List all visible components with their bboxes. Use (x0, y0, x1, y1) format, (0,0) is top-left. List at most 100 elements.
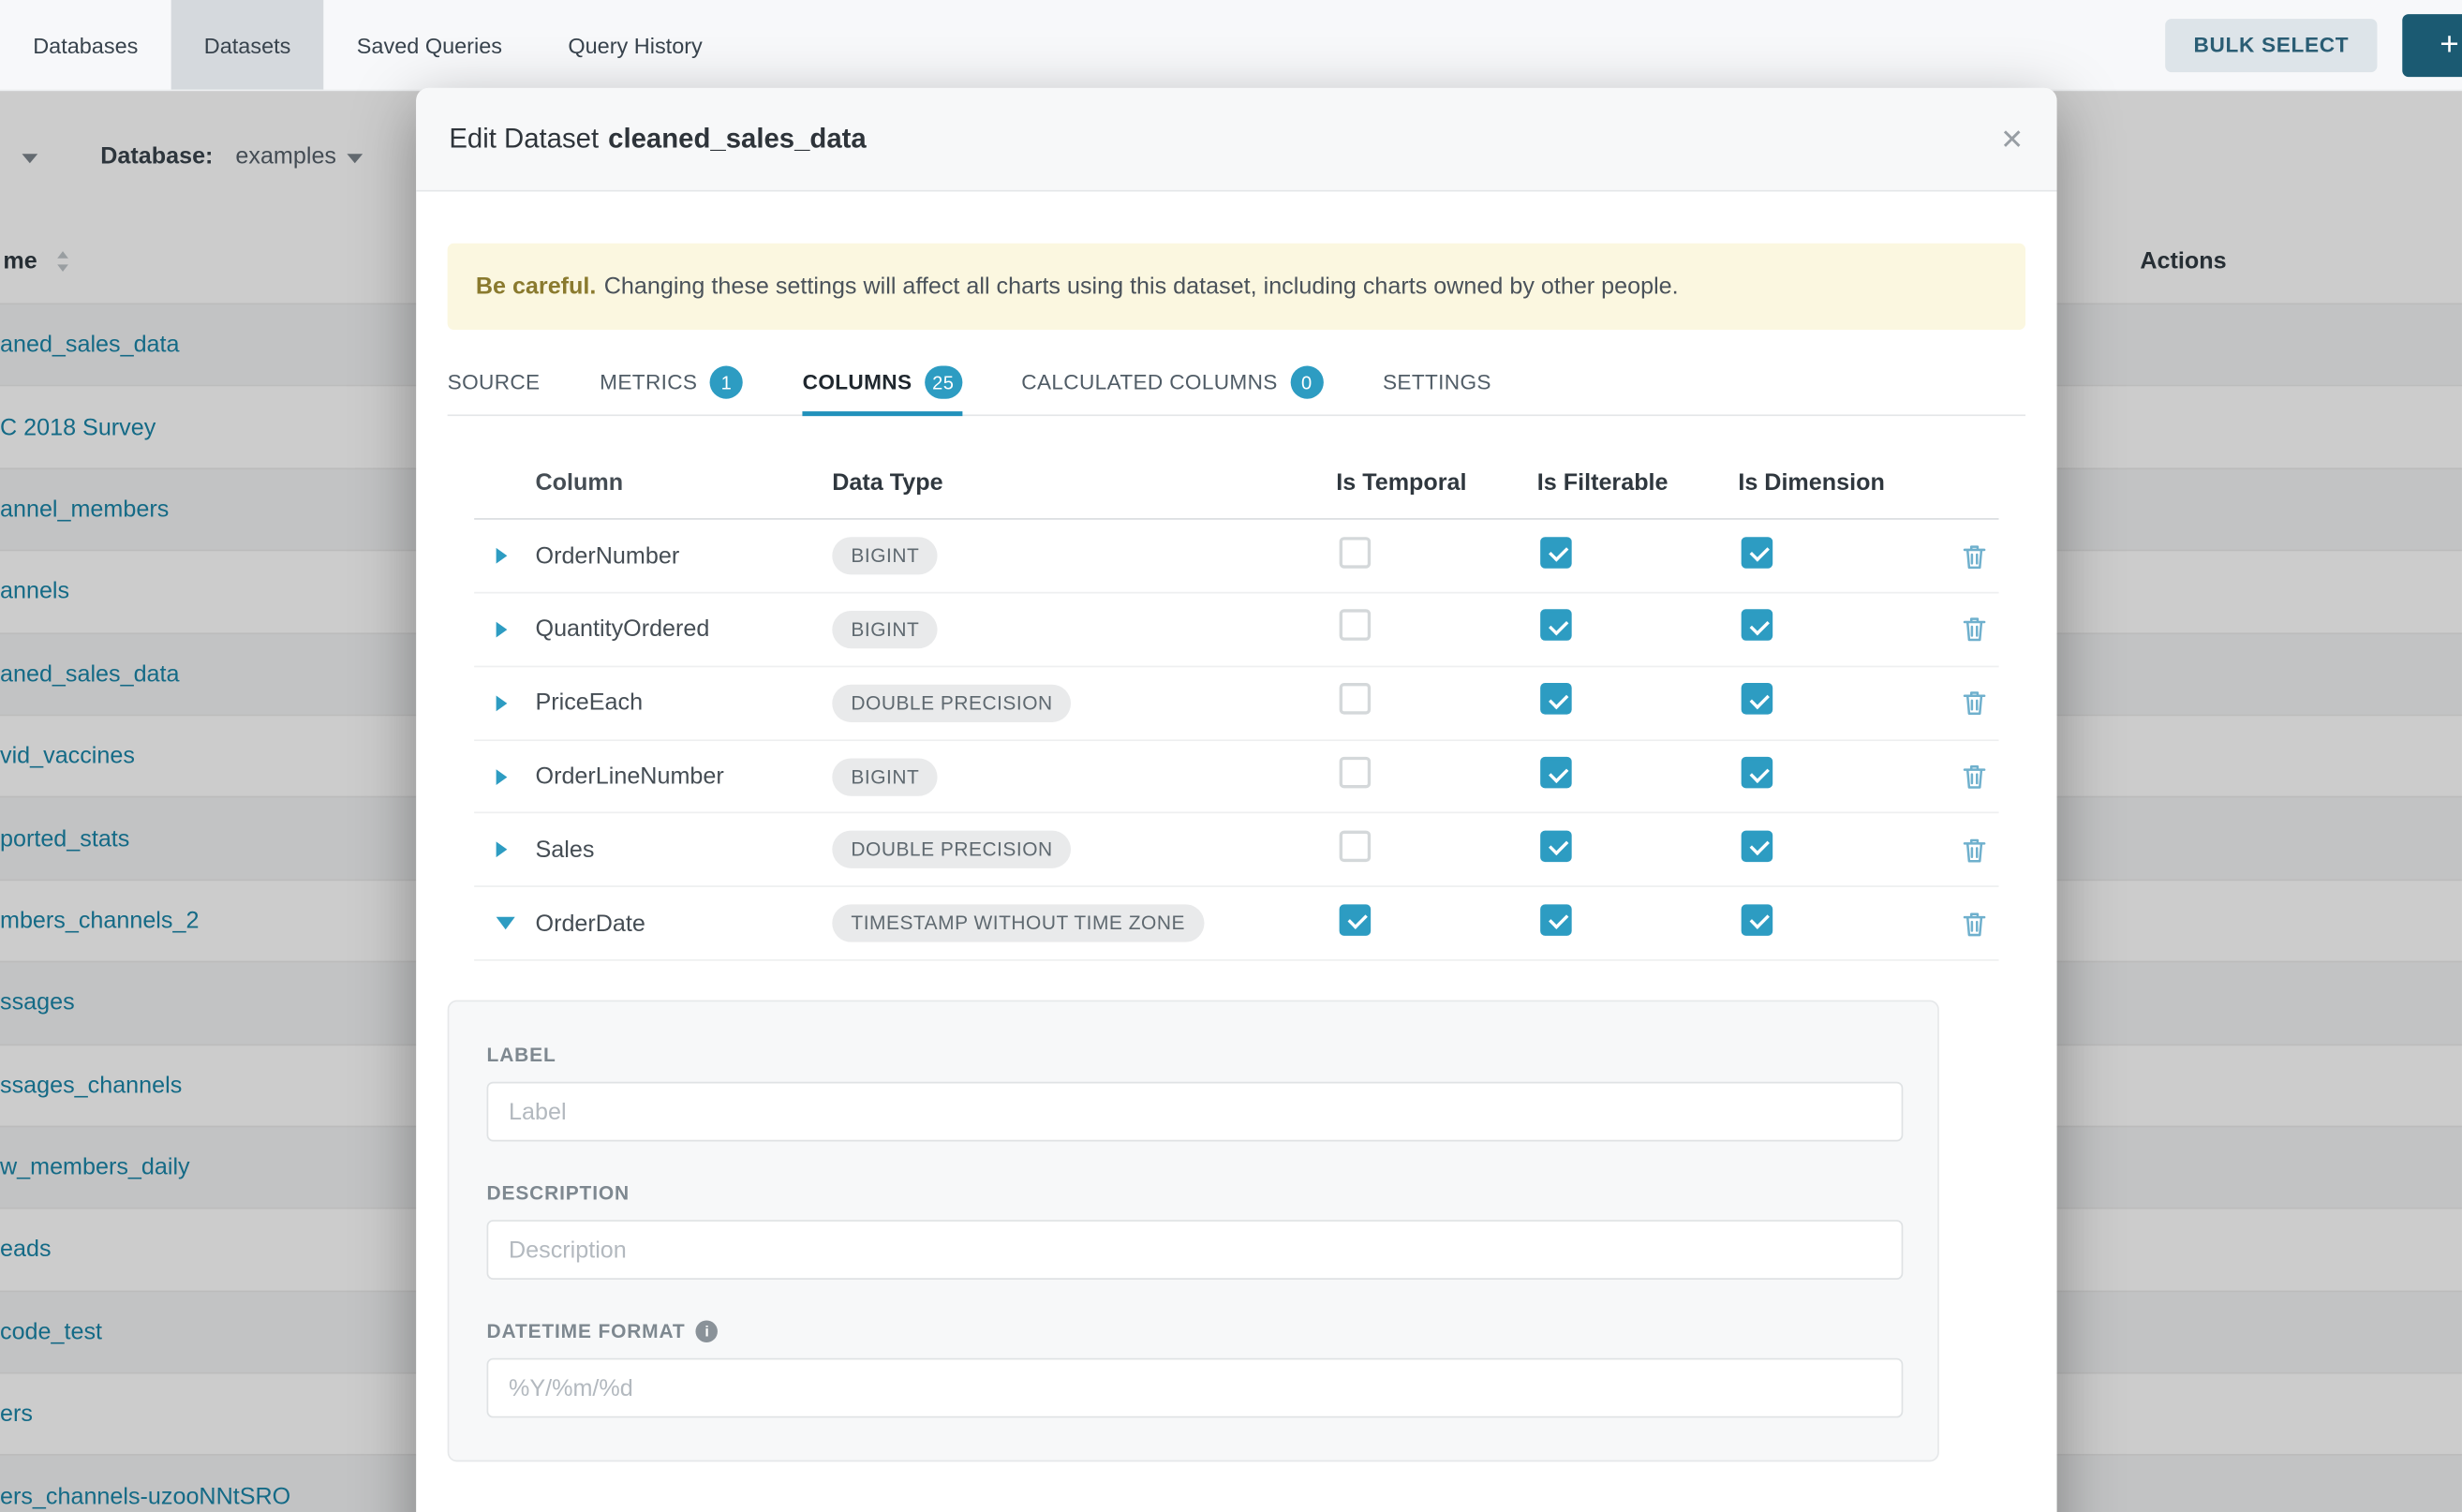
expand-caret-icon[interactable] (497, 695, 508, 711)
dimension-cell (1738, 610, 1940, 649)
data-type-pill: DOUBLE PRECISION (832, 684, 1072, 721)
is-filterable-checkbox[interactable] (1540, 683, 1572, 715)
column-header: Column (536, 470, 833, 497)
is-filterable-checkbox[interactable] (1540, 537, 1572, 569)
nav-actions: BULK SELECT + (2165, 13, 2462, 76)
info-icon[interactable]: i (696, 1321, 718, 1342)
tab-label: CALCULATED COLUMNS (1021, 371, 1277, 394)
tab-label: SETTINGS (1383, 371, 1491, 394)
is-dimension-checkbox[interactable] (1742, 610, 1773, 642)
expand-cell (474, 768, 535, 784)
is-temporal-checkbox[interactable] (1340, 904, 1372, 936)
screen: DatabasesDatasetsSaved QueriesQuery Hist… (0, 0, 2462, 1512)
bulk-select-button[interactable]: BULK SELECT (2165, 18, 2377, 71)
expand-cell (474, 548, 535, 564)
is-dimension-checkbox[interactable] (1742, 757, 1773, 789)
filterable-cell (1537, 610, 1739, 649)
tab-settings[interactable]: SETTINGS (1383, 350, 1491, 415)
nav-tab-query-history[interactable]: Query History (535, 0, 735, 90)
actions-cell (1941, 689, 1999, 716)
type-cell: BIGINT (832, 758, 1336, 795)
column-row: OrderDateTIMESTAMP WITHOUT TIME ZONE (474, 887, 1998, 960)
nav-tab-saved-queries[interactable]: Saved Queries (324, 0, 536, 90)
is-dimension-checkbox[interactable] (1742, 830, 1773, 862)
is-temporal-checkbox[interactable] (1340, 683, 1372, 715)
delete-column-button[interactable] (1963, 763, 1986, 790)
tab-count-badge: 0 (1290, 366, 1323, 399)
data-type-header: Data Type (832, 470, 1336, 497)
label-field-label: LABEL (487, 1045, 1900, 1066)
warning-banner: Be careful.Changing these settings will … (448, 244, 2025, 331)
tab-metrics[interactable]: METRICS1 (600, 350, 743, 415)
actions-cell (1941, 910, 1999, 936)
column-name: OrderNumber (536, 542, 833, 569)
is-filterable-checkbox[interactable] (1540, 610, 1572, 642)
nav-tabs: DatabasesDatasetsSaved QueriesQuery Hist… (0, 0, 735, 90)
modal-tabs: SOURCE METRICS1 COLUMNS25 CALCULATED COLUMN… (448, 350, 2025, 416)
is-filterable-checkbox[interactable] (1540, 830, 1572, 862)
is-dimension-checkbox[interactable] (1742, 683, 1773, 715)
column-name: OrderLineNumber (536, 763, 833, 790)
description-field: DESCRIPTION (487, 1182, 1900, 1280)
close-icon[interactable]: ✕ (2000, 125, 2024, 153)
delete-column-button[interactable] (1963, 689, 1986, 716)
actions-cell (1941, 837, 1999, 863)
delete-column-button[interactable] (1963, 616, 1986, 643)
is-temporal-checkbox[interactable] (1340, 537, 1372, 569)
type-cell: DOUBLE PRECISION (832, 684, 1336, 721)
column-row: PriceEachDOUBLE PRECISION (474, 667, 1998, 740)
is-temporal-header: Is Temporal (1336, 470, 1537, 497)
data-type-pill: TIMESTAMP WITHOUT TIME ZONE (832, 905, 1204, 942)
warning-text: Changing these settings will affect all … (604, 274, 1679, 300)
collapse-caret-icon[interactable] (497, 917, 515, 929)
delete-column-button[interactable] (1963, 837, 1986, 863)
expand-caret-icon[interactable] (497, 842, 508, 858)
expand-caret-icon[interactable] (497, 768, 508, 784)
temporal-cell (1336, 757, 1537, 796)
expand-caret-icon[interactable] (497, 548, 508, 564)
is-dimension-checkbox[interactable] (1742, 904, 1773, 936)
is-temporal-checkbox[interactable] (1340, 830, 1372, 862)
actions-cell (1941, 542, 1999, 569)
nav-tab-databases[interactable]: Databases (0, 0, 171, 90)
filterable-cell (1537, 904, 1739, 943)
temporal-cell (1336, 904, 1537, 943)
filterable-cell (1537, 537, 1739, 576)
description-input[interactable] (487, 1220, 1904, 1280)
modal-header: Edit Datasetcleaned_sales_data ✕ (416, 88, 2056, 192)
column-name: QuantityOrdered (536, 616, 833, 643)
data-type-pill: BIGINT (832, 758, 938, 795)
is-temporal-checkbox[interactable] (1340, 610, 1372, 642)
columns-table: Column Data Type Is Temporal Is Filterab… (474, 451, 1998, 960)
dimension-cell (1738, 830, 1940, 869)
expand-caret-icon[interactable] (497, 622, 508, 638)
is-filterable-checkbox[interactable] (1540, 904, 1572, 936)
column-row: OrderLineNumberBIGINT (474, 740, 1998, 813)
actions-cell (1941, 616, 1999, 643)
datetime-format-label-text: DATETIME FORMAT (487, 1321, 686, 1342)
datetime-format-input[interactable] (487, 1358, 1904, 1418)
edit-dataset-modal: Edit Datasetcleaned_sales_data ✕ Be care… (416, 88, 2056, 1512)
tab-source[interactable]: SOURCE (448, 350, 541, 415)
tab-columns[interactable]: COLUMNS25 (803, 350, 962, 415)
columns-table-header: Column Data Type Is Temporal Is Filterab… (474, 451, 1998, 520)
delete-column-button[interactable] (1963, 910, 1986, 936)
is-filterable-checkbox[interactable] (1540, 757, 1572, 789)
delete-column-button[interactable] (1963, 542, 1986, 569)
dimension-cell (1738, 683, 1940, 722)
is-dimension-checkbox[interactable] (1742, 537, 1773, 569)
label-input[interactable] (487, 1082, 1904, 1142)
temporal-cell (1336, 683, 1537, 722)
tab-calculated-columns[interactable]: CALCULATED COLUMNS 0 (1021, 350, 1323, 415)
tab-label: METRICS (600, 371, 697, 394)
is-temporal-checkbox[interactable] (1340, 757, 1372, 789)
tab-label: COLUMNS (803, 371, 912, 394)
nav-tab-datasets[interactable]: Datasets (171, 0, 324, 90)
temporal-cell (1336, 537, 1537, 576)
dimension-cell (1738, 537, 1940, 576)
temporal-cell (1336, 610, 1537, 649)
is-filterable-header: Is Filterable (1537, 470, 1739, 497)
modal-body: Be careful.Changing these settings will … (416, 244, 2056, 1462)
add-dataset-button[interactable]: + (2402, 13, 2462, 76)
type-cell: TIMESTAMP WITHOUT TIME ZONE (832, 905, 1336, 942)
